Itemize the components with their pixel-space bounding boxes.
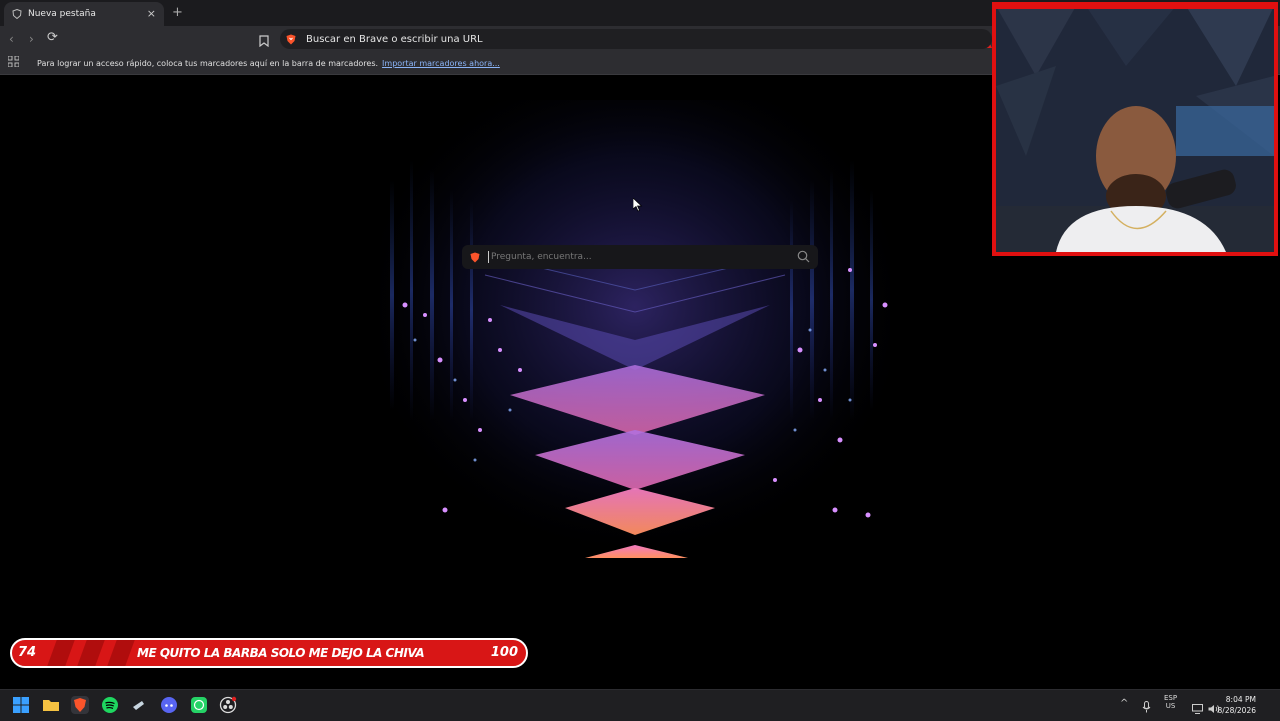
brave-logo-icon bbox=[470, 252, 480, 263]
spotify-icon[interactable] bbox=[101, 696, 119, 714]
tab-title: Nueva pestaña bbox=[28, 9, 96, 19]
microphone-icon[interactable] bbox=[1142, 698, 1151, 717]
file-explorer-icon[interactable] bbox=[42, 696, 60, 714]
region-code: US bbox=[1165, 702, 1176, 710]
steam-icon[interactable] bbox=[130, 696, 148, 714]
chevron-up-icon[interactable]: ^ bbox=[1120, 698, 1128, 709]
address-bar-placeholder: Buscar en Brave o escribir una URL bbox=[306, 33, 483, 45]
banner-stripe bbox=[47, 640, 75, 666]
background-artwork bbox=[380, 100, 890, 560]
new-tab-button[interactable]: + bbox=[172, 5, 183, 20]
clock-date: 8/28/2026 bbox=[1217, 706, 1256, 715]
search-box[interactable]: Pregunta, encuentra... bbox=[462, 245, 818, 269]
goal-title: ME QUITO LA BARBA SOLO ME DEJO LA CHIVA bbox=[137, 646, 425, 660]
brave-logo-icon bbox=[286, 34, 296, 45]
taskbar: ^ ESP US 8:04 PM 8/28/2026 bbox=[0, 689, 1280, 721]
search-placeholder: Pregunta, encuentra... bbox=[491, 252, 592, 262]
reload-button[interactable]: ⟳ bbox=[47, 30, 58, 45]
network-icon[interactable] bbox=[1192, 699, 1203, 718]
brave-browser-icon[interactable] bbox=[71, 696, 89, 714]
goal-current: 74 bbox=[18, 645, 37, 660]
whatsapp-icon[interactable] bbox=[190, 696, 208, 714]
windows-start-icon[interactable] bbox=[12, 696, 30, 714]
webcam-overlay bbox=[992, 2, 1278, 256]
mouse-cursor-icon bbox=[632, 197, 643, 216]
webcam-image bbox=[996, 6, 1274, 252]
goal-target: 100 bbox=[490, 645, 518, 660]
system-clock[interactable]: 8:04 PM 8/28/2026 bbox=[1218, 694, 1256, 716]
clock-time: 8:04 PM bbox=[1225, 695, 1256, 704]
discord-icon[interactable] bbox=[160, 696, 178, 714]
banner-stripe bbox=[107, 640, 135, 666]
apps-grid-icon[interactable] bbox=[7, 55, 20, 70]
bookmarks-bar-message: Para lograr un acceso rápido, coloca tus… bbox=[37, 58, 379, 68]
language-code: ESP bbox=[1164, 694, 1178, 702]
language-indicator[interactable]: ESP US bbox=[1164, 694, 1177, 710]
address-bar[interactable]: Buscar en Brave o escribir una URL bbox=[280, 29, 992, 49]
tab-new-tab[interactable]: Nueva pestaña × bbox=[4, 2, 164, 26]
stream-goal-banner: 74 ME QUITO LA BARBA SOLO ME DEJO LA CHI… bbox=[10, 638, 528, 668]
back-button[interactable]: ‹ bbox=[9, 32, 14, 46]
close-tab-icon[interactable]: × bbox=[147, 7, 156, 20]
shield-icon bbox=[12, 8, 22, 20]
forward-button[interactable]: › bbox=[29, 32, 34, 46]
search-icon[interactable] bbox=[797, 250, 810, 266]
bookmark-icon[interactable] bbox=[259, 32, 269, 51]
text-caret bbox=[488, 251, 489, 263]
banner-stripe bbox=[77, 640, 105, 666]
import-bookmarks-link[interactable]: Importar marcadores ahora... bbox=[382, 59, 500, 68]
obs-icon[interactable] bbox=[219, 696, 237, 714]
